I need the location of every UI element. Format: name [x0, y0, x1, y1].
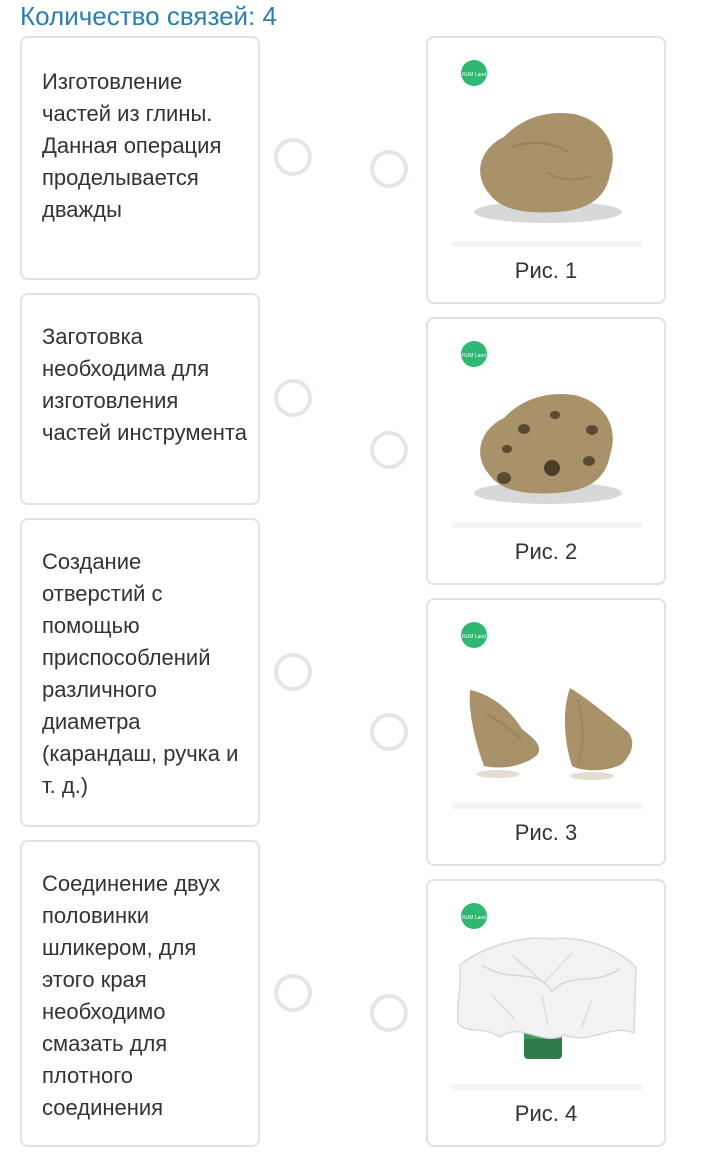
right-connector-4[interactable]	[370, 994, 408, 1032]
logo-icon: RUM Land	[461, 622, 487, 648]
left-card-text: Заготовка необходима для изготовления ча…	[42, 324, 247, 445]
logo-icon: RUM Land	[461, 341, 487, 367]
clay-lump-image: RUM Land	[461, 60, 622, 223]
logo-text: RUM Land	[462, 353, 486, 359]
image-separator	[452, 241, 642, 247]
left-connector-1[interactable]	[274, 138, 312, 176]
image-separator	[452, 1084, 642, 1090]
image-card-2[interactable]: RUM Land Рис. 2	[426, 317, 666, 585]
logo-text: RUM Land	[462, 72, 486, 78]
image-card-4[interactable]: RUM Land Рис. 4	[426, 879, 666, 1147]
left-card-text: Изготовление частей из глины. Данная опе…	[42, 69, 222, 222]
image-separator	[452, 522, 642, 528]
left-connector-4[interactable]	[274, 974, 312, 1012]
left-card-2: Заготовка необходима для изготовления ча…	[20, 293, 260, 505]
right-connector-2[interactable]	[370, 431, 408, 469]
image-caption: Рис. 2	[514, 539, 578, 564]
two-clay-halves-image: RUM Land	[461, 622, 633, 780]
left-card-text: Создание отверстий с помощью приспособле…	[42, 549, 239, 798]
connections-count-title: Количество связей: 4	[20, 1, 277, 31]
image-caption: Рис. 4	[514, 1101, 578, 1126]
image-card-3[interactable]: RUM Land Рис. 3	[426, 598, 666, 866]
left-card-3: Создание отверстий с помощью приспособле…	[20, 518, 260, 827]
logo-icon: RUM Land	[461, 903, 487, 929]
right-connector-3[interactable]	[370, 713, 408, 751]
image-separator	[452, 803, 642, 809]
image-caption: Рис. 1	[514, 258, 578, 283]
logo-icon: RUM Land	[461, 60, 487, 86]
paper-covered-bottle-image: RUM Land	[456, 903, 637, 1059]
image-caption: Рис. 3	[514, 820, 578, 845]
clay-lump-with-holes-image: RUM Land	[461, 341, 622, 504]
logo-text: RUM Land	[462, 634, 486, 640]
left-connector-2[interactable]	[274, 379, 312, 417]
left-card-1: Изготовление частей из глины. Данная опе…	[20, 36, 260, 280]
left-card-4: Соединение двух половинки шликером, для …	[20, 840, 260, 1147]
left-connector-3[interactable]	[274, 653, 312, 691]
image-card-1[interactable]: RUM Land Рис. 1	[426, 36, 666, 304]
logo-text: RUM Land	[462, 915, 486, 921]
left-card-text: Соединение двух половинки шликером, для …	[42, 871, 221, 1120]
right-connector-1[interactable]	[370, 150, 408, 188]
